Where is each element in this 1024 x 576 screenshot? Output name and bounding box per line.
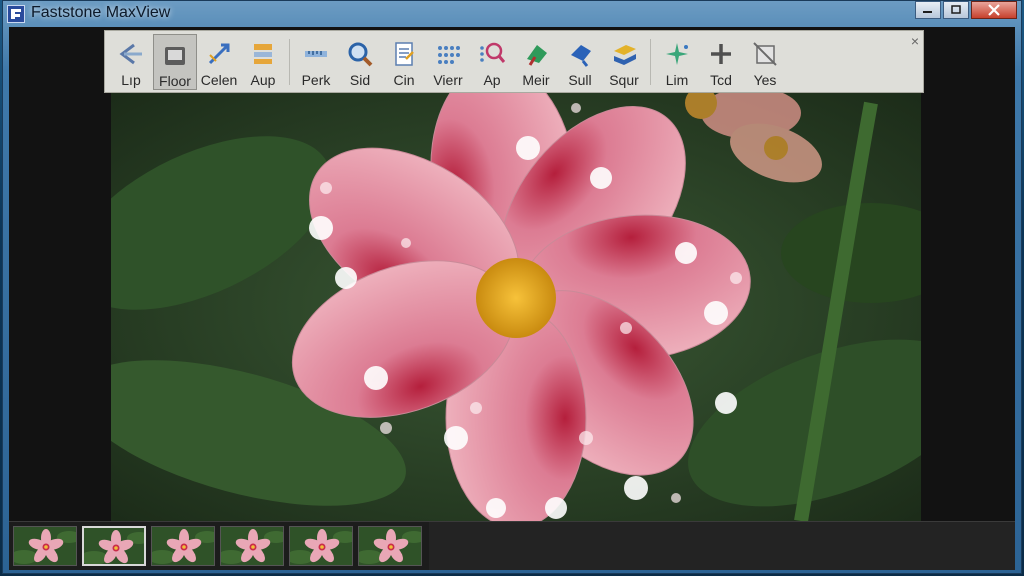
tool-label: Ap — [483, 72, 501, 88]
close-button[interactable] — [971, 1, 1017, 19]
thumbnail-item[interactable] — [289, 526, 353, 566]
thumbnail-item[interactable] — [151, 526, 215, 566]
viewer-area: Lıp Floor Celen Aup Perk Sid Cin Vierr Ap Meir Sul… — [9, 27, 1015, 570]
ruler-icon — [301, 39, 331, 69]
tool-label: Floor — [159, 73, 191, 89]
tool-layout-button[interactable]: Aup — [241, 34, 285, 90]
folder-icon — [160, 40, 190, 70]
app-logo-icon — [7, 5, 25, 23]
tool-label: Yes — [753, 72, 777, 88]
minimize-button[interactable] — [915, 1, 941, 19]
sparkle-icon — [662, 39, 692, 69]
tool-label: Sid — [349, 72, 371, 88]
tool-label: Sull — [568, 72, 592, 88]
maximize-button[interactable] — [943, 1, 969, 19]
tool-document-button[interactable]: Cin — [382, 34, 426, 90]
close-icon — [988, 4, 1000, 16]
thumbnail-strip — [9, 521, 1015, 570]
tool-back-arrow-button[interactable]: Lıp — [109, 34, 153, 90]
thumbnail-item[interactable] — [358, 526, 422, 566]
app-window: Faststone MaxView Lıp Floor Celen Aup Pe… — [2, 0, 1022, 574]
tool-label: Celen — [200, 72, 238, 88]
tool-label: Tcd — [710, 72, 732, 88]
plus-icon — [706, 39, 736, 69]
tool-ruler-button[interactable]: Perk — [294, 34, 338, 90]
grid-dots-icon — [433, 39, 463, 69]
back-arrow-icon — [116, 39, 146, 69]
tool-draw-arrow-button[interactable]: Celen — [197, 34, 241, 90]
maximize-icon — [951, 5, 961, 14]
tool-crop-button[interactable]: Yes — [743, 34, 787, 90]
tool-label: Meir — [522, 72, 550, 88]
thumbnail-item[interactable] — [82, 526, 146, 566]
minimize-icon — [923, 11, 932, 13]
tool-label: Squr — [609, 72, 639, 88]
thumbnail-item[interactable] — [220, 526, 284, 566]
layers-icon — [609, 39, 639, 69]
tool-label: Aup — [250, 72, 276, 88]
tool-green-shape-button[interactable]: Meir — [514, 34, 558, 90]
blue-shape-icon — [565, 39, 595, 69]
tool-layers-button[interactable]: Squr — [602, 34, 646, 90]
tool-label: Vierr — [433, 72, 463, 88]
toolbar-separator — [650, 39, 651, 85]
tool-label: Lim — [665, 72, 689, 88]
tool-grid-dots-button[interactable]: Vierr — [426, 34, 470, 90]
thumbnail-item[interactable] — [13, 526, 77, 566]
layout-icon — [248, 39, 278, 69]
tool-folder-button[interactable]: Floor — [153, 34, 197, 90]
tool-plus-button[interactable]: Tcd — [699, 34, 743, 90]
tool-magnifier-button[interactable]: Sid — [338, 34, 382, 90]
window-title: Faststone MaxView — [31, 4, 171, 21]
tool-label: Lıp — [121, 72, 141, 88]
zoom-dots-icon — [477, 39, 507, 69]
draw-arrow-icon — [204, 39, 234, 69]
thumbnail-strip-empty — [429, 522, 1015, 570]
tool-zoom-dots-button[interactable]: Ap — [470, 34, 514, 90]
tool-blue-shape-button[interactable]: Sull — [558, 34, 602, 90]
tool-label: Perk — [301, 72, 331, 88]
crop-icon — [750, 39, 780, 69]
tool-label: Cin — [393, 72, 415, 88]
toolbar: Lıp Floor Celen Aup Perk Sid Cin Vierr Ap Meir Sul… — [104, 30, 924, 93]
tool-sparkle-button[interactable]: Lim — [655, 34, 699, 90]
main-photo[interactable] — [111, 93, 921, 521]
title-bar[interactable]: Faststone MaxView — [3, 1, 1021, 27]
document-icon — [389, 39, 419, 69]
green-shape-icon — [521, 39, 551, 69]
toolbar-close-icon[interactable]: × — [911, 33, 919, 49]
magnifier-icon — [345, 39, 375, 69]
toolbar-separator — [289, 39, 290, 85]
